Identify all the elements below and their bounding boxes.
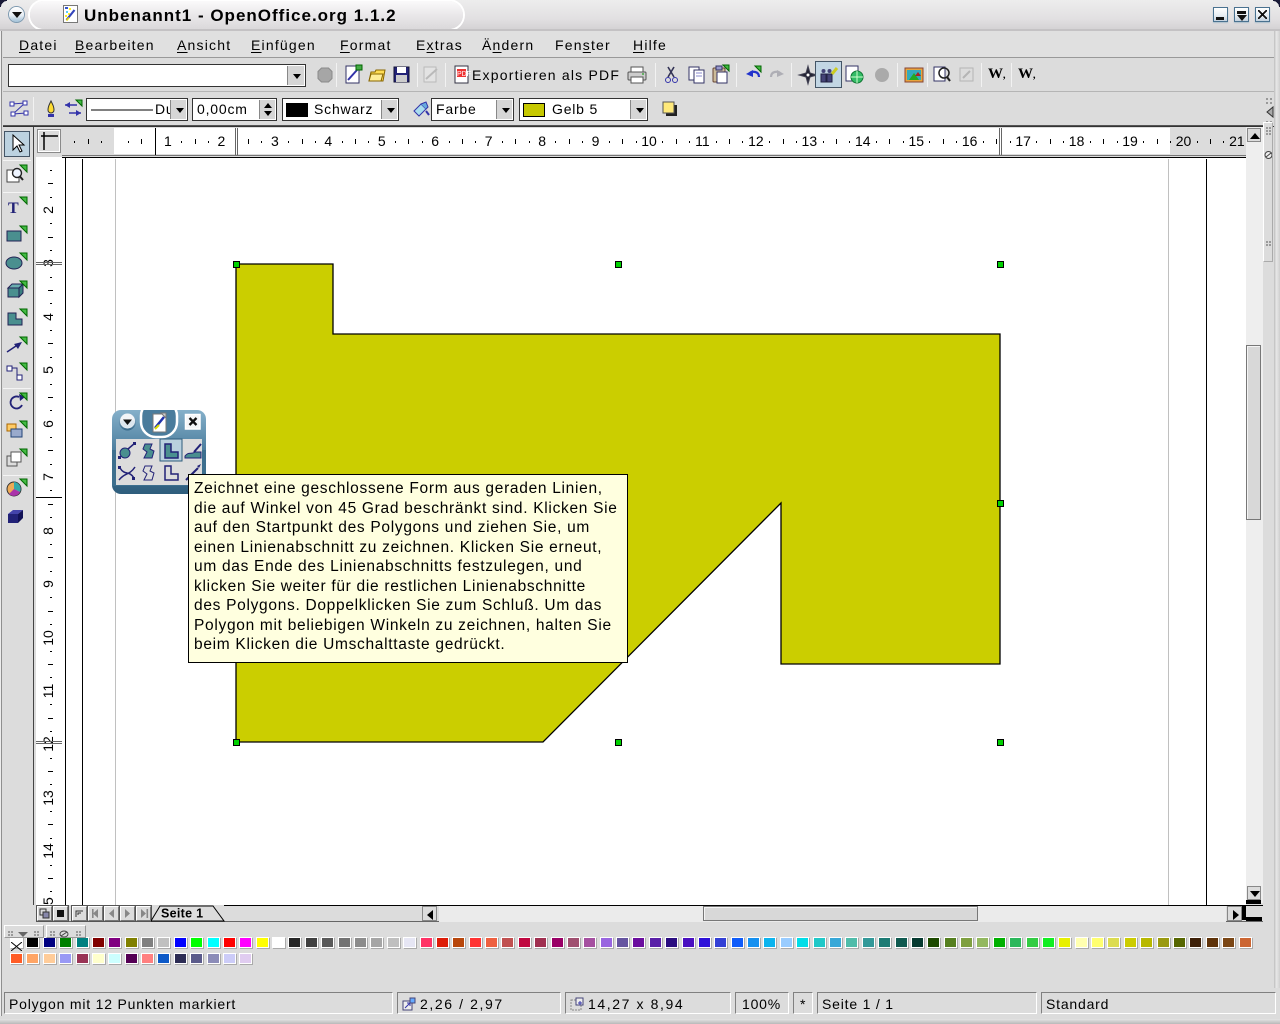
svg-text:T: T: [8, 200, 19, 217]
svg-text:PDF: PDF: [457, 71, 471, 78]
svg-text:Seite 1: Seite 1: [161, 907, 203, 921]
